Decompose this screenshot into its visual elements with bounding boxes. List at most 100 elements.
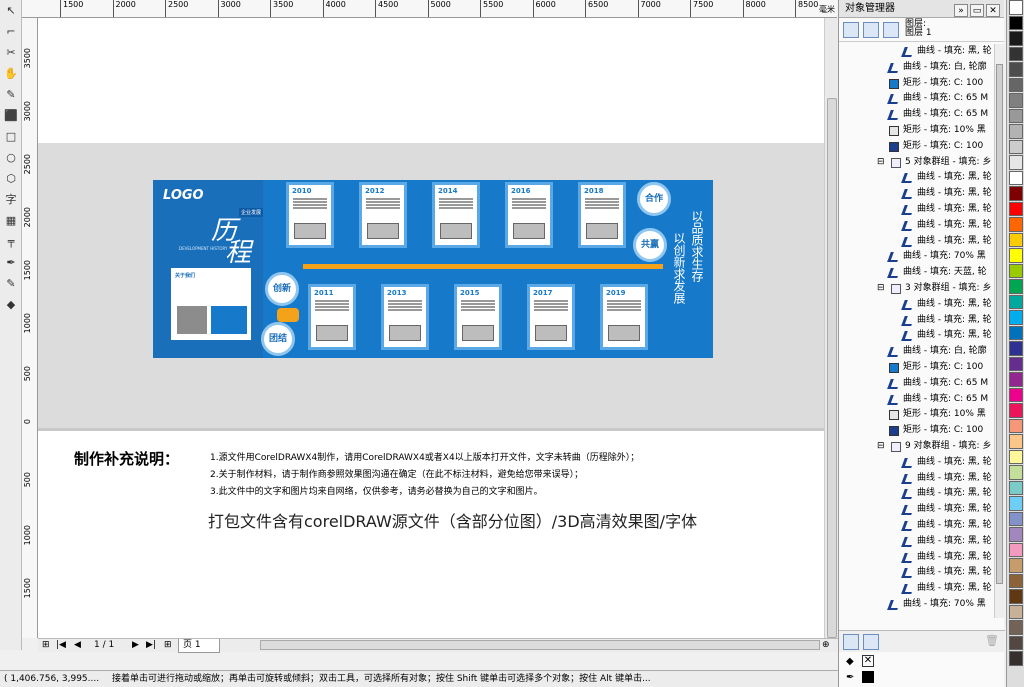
history-wall-design[interactable]: LOGO 历 程 企业发展 DEVELOPMENT HISTORY 关于我们 合… — [153, 180, 713, 358]
canvas-vertical-scrollbar[interactable] — [824, 18, 838, 638]
palette-swatch[interactable] — [1009, 46, 1023, 61]
vscroll-thumb[interactable] — [827, 98, 837, 638]
add-page-end-icon[interactable]: ⊞ — [164, 639, 172, 652]
object-tree[interactable]: 曲线 - 填充: 黑, 轮曲线 - 填充: 白, 轮廓 矩形 - 填充: C: 1… — [839, 44, 994, 618]
object-tree-row[interactable]: 矩形 - 填充: C: 100 — [839, 76, 994, 92]
fill-outline-indicator[interactable]: ◆ ✕ ✒ — [840, 654, 880, 687]
freehand-tool-icon[interactable]: ✎ — [2, 86, 20, 104]
docker-expand-icon[interactable]: » — [954, 4, 968, 17]
palette-swatch[interactable] — [1009, 93, 1023, 108]
palette-swatch[interactable] — [1009, 341, 1023, 356]
object-tree-row[interactable]: 曲线 - 填充: 黑, 轮 — [839, 455, 994, 471]
palette-swatch[interactable] — [1009, 496, 1023, 511]
object-tree-row[interactable]: 曲线 - 填充: 黑, 轮 — [839, 44, 994, 60]
object-tree-row[interactable]: 曲线 - 填充: 黑, 轮 — [839, 170, 994, 186]
horizontal-ruler[interactable]: 毫米 1500 2000 2500 3000 3500 4000 4500 5000 5500 6… — [22, 0, 837, 18]
palette-swatch[interactable] — [1009, 201, 1023, 216]
object-tree-row[interactable]: 曲线 - 填充: 黑, 轮 — [839, 328, 994, 344]
fill-tool-icon[interactable]: ◆ — [2, 296, 20, 314]
object-tree-row[interactable]: 曲线 - 填充: 黑, 轮 — [839, 313, 994, 329]
text-tool-icon[interactable]: 字 — [2, 191, 20, 209]
palette-swatch[interactable] — [1009, 62, 1023, 77]
object-tree-row[interactable]: 曲线 - 填充: 黑, 轮 — [839, 550, 994, 566]
object-tree-row[interactable]: 曲线 - 填充: 70% 黑 — [839, 249, 994, 265]
palette-swatch[interactable] — [1009, 294, 1023, 309]
smart-fill-tool-icon[interactable]: ⬛ — [2, 107, 20, 125]
table-tool-icon[interactable]: ▦ — [2, 212, 20, 230]
zoom-tool-icon[interactable]: ✋ — [2, 65, 20, 83]
object-tree-row[interactable]: 曲线 - 填充: 黑, 轮 — [839, 502, 994, 518]
palette-swatch[interactable] — [1009, 372, 1023, 387]
object-tree-row[interactable]: ⊟ 5 对象群组 - 填充: 乡 — [839, 155, 994, 171]
object-tree-row[interactable]: 曲线 - 填充: 天蓝, 轮 — [839, 265, 994, 281]
object-tree-row[interactable]: ⊟ 9 对象群组 - 填充: 乡 — [839, 439, 994, 455]
object-tree-row[interactable]: 曲线 - 填充: 白, 轮廓 — [839, 60, 994, 76]
object-tree-row[interactable]: 曲线 - 填充: 黑, 轮 — [839, 471, 994, 487]
layer-manager-icon[interactable] — [883, 22, 899, 38]
palette-swatch[interactable] — [1009, 155, 1023, 170]
palette-swatch[interactable] — [1009, 310, 1023, 325]
object-tree-row[interactable]: 矩形 - 填充: C: 100 — [839, 139, 994, 155]
prev-page-icon[interactable]: ◀ — [74, 639, 81, 652]
palette-swatch[interactable] — [1009, 31, 1023, 46]
dimension-tool-icon[interactable]: ╤ — [2, 233, 20, 251]
zoom-icon[interactable]: ⊕ — [822, 639, 830, 652]
first-page-icon[interactable]: |◀ — [56, 639, 66, 652]
palette-swatch[interactable] — [1009, 418, 1023, 433]
palette-swatch[interactable] — [1009, 620, 1023, 635]
object-tree-row[interactable]: 曲线 - 填充: 黑, 轮 — [839, 186, 994, 202]
palette-swatch[interactable] — [1009, 387, 1023, 402]
show-properties-icon[interactable] — [843, 22, 859, 38]
object-tree-row[interactable]: 曲线 - 填充: C: 65 M — [839, 376, 994, 392]
add-page-icon[interactable]: ⊞ — [42, 639, 50, 652]
new-master-layer-icon[interactable] — [863, 634, 879, 650]
palette-swatch[interactable] — [1009, 573, 1023, 588]
palette-swatch[interactable] — [1009, 465, 1023, 480]
palette-swatch[interactable] — [1009, 604, 1023, 619]
next-page-icon[interactable]: ▶ — [132, 639, 139, 652]
palette-swatch[interactable] — [1009, 139, 1023, 154]
palette-swatch[interactable] — [1009, 170, 1023, 185]
object-tree-row[interactable]: 曲线 - 填充: C: 65 M — [839, 91, 994, 107]
palette-swatch[interactable] — [1009, 217, 1023, 232]
object-tree-row[interactable]: 曲线 - 填充: 黑, 轮 — [839, 518, 994, 534]
palette-swatch[interactable] — [1009, 651, 1023, 666]
object-tree-row[interactable]: 曲线 - 填充: 黑, 轮 — [839, 297, 994, 313]
palette-swatch[interactable] — [1009, 124, 1023, 139]
palette-swatch[interactable] — [1009, 248, 1023, 263]
palette-swatch[interactable] — [1009, 480, 1023, 495]
collapse-icon[interactable]: ⊟ — [877, 155, 885, 171]
new-layer-icon[interactable] — [843, 634, 859, 650]
palette-swatch[interactable] — [1009, 0, 1023, 15]
collapse-icon[interactable]: ⊟ — [877, 281, 885, 297]
palette-swatch[interactable] — [1009, 542, 1023, 557]
palette-swatch[interactable] — [1009, 186, 1023, 201]
object-tree-row[interactable]: 矩形 - 填充: 10% 黑 — [839, 407, 994, 423]
palette-swatch[interactable] — [1009, 403, 1023, 418]
eyedropper-tool-icon[interactable]: ✒ — [2, 254, 20, 272]
edit-across-layers-icon[interactable] — [863, 22, 879, 38]
palette-swatch[interactable] — [1009, 527, 1023, 542]
palette-swatch[interactable] — [1009, 77, 1023, 92]
last-page-icon[interactable]: ▶| — [146, 639, 156, 652]
object-tree-row[interactable]: 曲线 - 填充: 黑, 轮 — [839, 486, 994, 502]
object-tree-row[interactable]: 曲线 - 填充: 黑, 轮 — [839, 234, 994, 250]
canvas-horizontal-scrollbar[interactable] — [260, 640, 820, 650]
outline-tool-icon[interactable]: ✎ — [2, 275, 20, 293]
palette-swatch[interactable] — [1009, 434, 1023, 449]
object-tree-row[interactable]: ⊟ 3 对象群组 - 填充: 乡 — [839, 281, 994, 297]
delete-icon[interactable]: 🗑 — [985, 634, 999, 647]
palette-swatch[interactable] — [1009, 511, 1023, 526]
object-tree-row[interactable]: 曲线 - 填充: C: 65 M — [839, 107, 994, 123]
docker-close-icon[interactable]: ✕ — [986, 4, 1000, 17]
palette-swatch[interactable] — [1009, 263, 1023, 278]
rectangle-tool-icon[interactable]: □ — [2, 128, 20, 146]
crop-tool-icon[interactable]: ✂ — [2, 44, 20, 62]
ellipse-tool-icon[interactable]: ○ — [2, 149, 20, 167]
object-tree-row[interactable]: 曲线 - 填充: 黑, 轮 — [839, 565, 994, 581]
object-tree-row[interactable]: 曲线 - 填充: 黑, 轮 — [839, 218, 994, 234]
object-tree-row[interactable]: 矩形 - 填充: C: 100 — [839, 360, 994, 376]
palette-swatch[interactable] — [1009, 232, 1023, 247]
object-tree-scroll-thumb[interactable] — [996, 64, 1003, 584]
polygon-tool-icon[interactable]: ⬡ — [2, 170, 20, 188]
